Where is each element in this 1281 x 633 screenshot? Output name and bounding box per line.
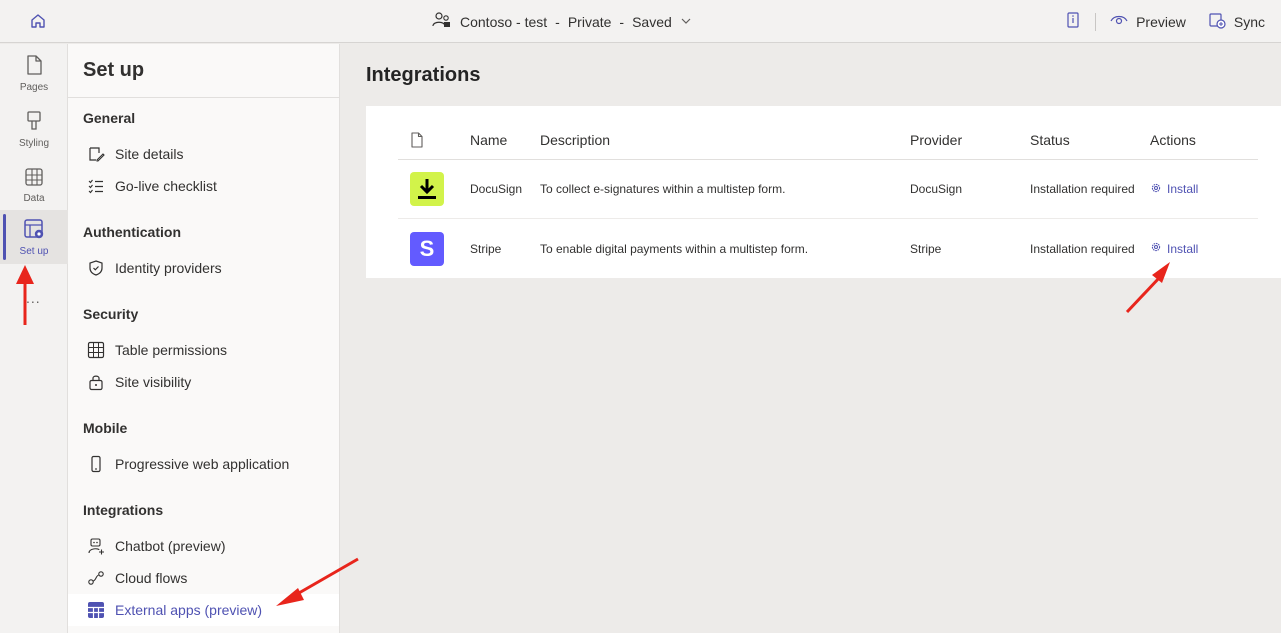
install-button[interactable]: Install — [1150, 182, 1258, 197]
install-button[interactable]: Install — [1150, 241, 1258, 256]
integration-status: Installation required — [1030, 241, 1135, 256]
sync-button[interactable]: Sync — [1208, 11, 1265, 32]
apps-grid-icon — [87, 601, 105, 619]
file-icon — [398, 131, 470, 148]
nav-label: Chatbot (preview) — [115, 538, 226, 554]
docusign-logo — [410, 172, 444, 206]
rail-label: Pages — [19, 81, 49, 93]
integration-provider: DocuSign — [910, 182, 963, 196]
gear-icon — [1150, 241, 1162, 256]
table-row: S Stripe To enable digital payments with… — [398, 219, 1258, 278]
integration-name: DocuSign — [470, 182, 523, 196]
stripe-logo: S — [410, 231, 444, 266]
nav-item-external-apps[interactable]: External apps (preview) — [68, 594, 339, 626]
panel-title: Set up — [83, 59, 145, 81]
page-title: Integrations — [366, 64, 481, 86]
column-header-name[interactable]: Name — [470, 132, 540, 148]
setup-icon — [23, 218, 45, 243]
integration-status: Installation required — [1030, 182, 1135, 196]
integration-description: To enable digital payments within a mult… — [540, 241, 809, 256]
sync-icon — [1208, 11, 1226, 32]
eye-icon — [1110, 13, 1128, 30]
column-header-description[interactable]: Description — [540, 132, 910, 148]
section-heading-general: General — [83, 110, 136, 126]
rail-item-pages[interactable]: Pages — [0, 46, 68, 100]
column-header-actions: Actions — [1150, 131, 1196, 148]
site-users-icon — [432, 11, 452, 32]
nav-item-chatbot[interactable]: Chatbot (preview) — [68, 530, 339, 562]
shield-icon — [87, 259, 105, 277]
chevron-down-icon[interactable] — [680, 14, 692, 30]
edit-document-icon — [87, 145, 105, 163]
nav-item-table-permissions[interactable]: Table permissions — [68, 334, 339, 366]
column-header-provider[interactable]: Provider — [910, 132, 1030, 148]
section-heading-authentication: Authentication — [83, 224, 181, 240]
integration-provider: Stripe — [910, 241, 942, 256]
integrations-table: Name Description Provider Status Actions… — [366, 106, 1281, 278]
title-separator: - — [555, 13, 560, 30]
rail-item-setup[interactable]: Set up — [0, 210, 68, 264]
nav-label: Cloud flows — [115, 570, 188, 586]
nav-label: Progressive web application — [115, 456, 290, 472]
phone-icon — [87, 455, 105, 473]
panel-divider — [68, 97, 339, 98]
rail-label: Set up — [19, 245, 49, 257]
nav-label: Site details — [115, 146, 184, 162]
setup-panel: Set up General Site details Go-live chec… — [68, 44, 340, 633]
nav-item-go-live-checklist[interactable]: Go-live checklist — [68, 170, 339, 202]
install-label: Install — [1167, 241, 1199, 256]
site-name: Contoso - test — [460, 13, 548, 30]
table-icon — [87, 341, 105, 359]
table-header: Name Description Provider Status Actions — [398, 120, 1258, 160]
nav-label: External apps (preview) — [115, 602, 263, 618]
rail-label: Styling — [18, 137, 49, 149]
nav-label: Table permissions — [115, 342, 228, 358]
nav-item-identity-providers[interactable]: Identity providers — [68, 252, 339, 284]
save-state: Saved — [632, 13, 672, 30]
site-title[interactable]: Contoso - test - Private - Saved — [432, 11, 692, 32]
logo-cell: S — [398, 231, 470, 266]
home-icon[interactable] — [28, 11, 48, 31]
preview-button[interactable]: Preview — [1110, 13, 1186, 30]
left-rail: Pages Styling Data Set up ... — [0, 44, 68, 633]
rail-item-data[interactable]: Data — [0, 158, 68, 212]
section-heading-integrations: Integrations — [83, 502, 164, 518]
table-row: DocuSign To collect e-signatures within … — [398, 160, 1258, 219]
nav-label: Identity providers — [115, 260, 222, 276]
lock-icon — [87, 373, 105, 391]
info-icon[interactable] — [1065, 11, 1081, 32]
checklist-icon — [87, 177, 105, 195]
paintbrush-icon — [24, 110, 44, 135]
rail-item-styling[interactable]: Styling — [0, 102, 68, 156]
site-visibility: Private — [567, 13, 612, 30]
table-icon — [24, 167, 44, 190]
toolbar-divider — [1095, 12, 1097, 31]
nav-item-cloud-flows[interactable]: Cloud flows — [68, 562, 339, 594]
nav-item-site-visibility[interactable]: Site visibility — [68, 366, 339, 398]
preview-label: Preview — [1136, 13, 1186, 30]
section-heading-mobile: Mobile — [83, 420, 128, 436]
nav-item-progressive-web-app[interactable]: Progressive web application — [68, 448, 339, 480]
install-label: Install — [1167, 182, 1199, 196]
gear-icon — [1150, 182, 1162, 197]
section-heading-security: Security — [83, 306, 139, 322]
title-separator: - — [619, 13, 625, 30]
page-icon — [24, 54, 44, 79]
integration-description: To collect e-signatures within a multist… — [540, 182, 786, 196]
logo-cell — [398, 172, 470, 206]
bot-icon — [87, 537, 105, 555]
top-bar: Contoso - test - Private - Saved Preview… — [0, 0, 1281, 43]
nav-label: Go-live checklist — [115, 178, 217, 194]
rail-label: Data — [23, 192, 45, 204]
nav-item-site-details[interactable]: Site details — [68, 138, 339, 170]
more-icon[interactable]: ... — [26, 290, 41, 306]
nav-label: Site visibility — [115, 374, 192, 390]
flow-icon — [87, 569, 105, 587]
column-header-status[interactable]: Status — [1030, 132, 1150, 148]
integration-name: Stripe — [470, 241, 502, 256]
toolbar-actions: Preview Sync — [1065, 11, 1265, 32]
sync-label: Sync — [1233, 13, 1265, 30]
